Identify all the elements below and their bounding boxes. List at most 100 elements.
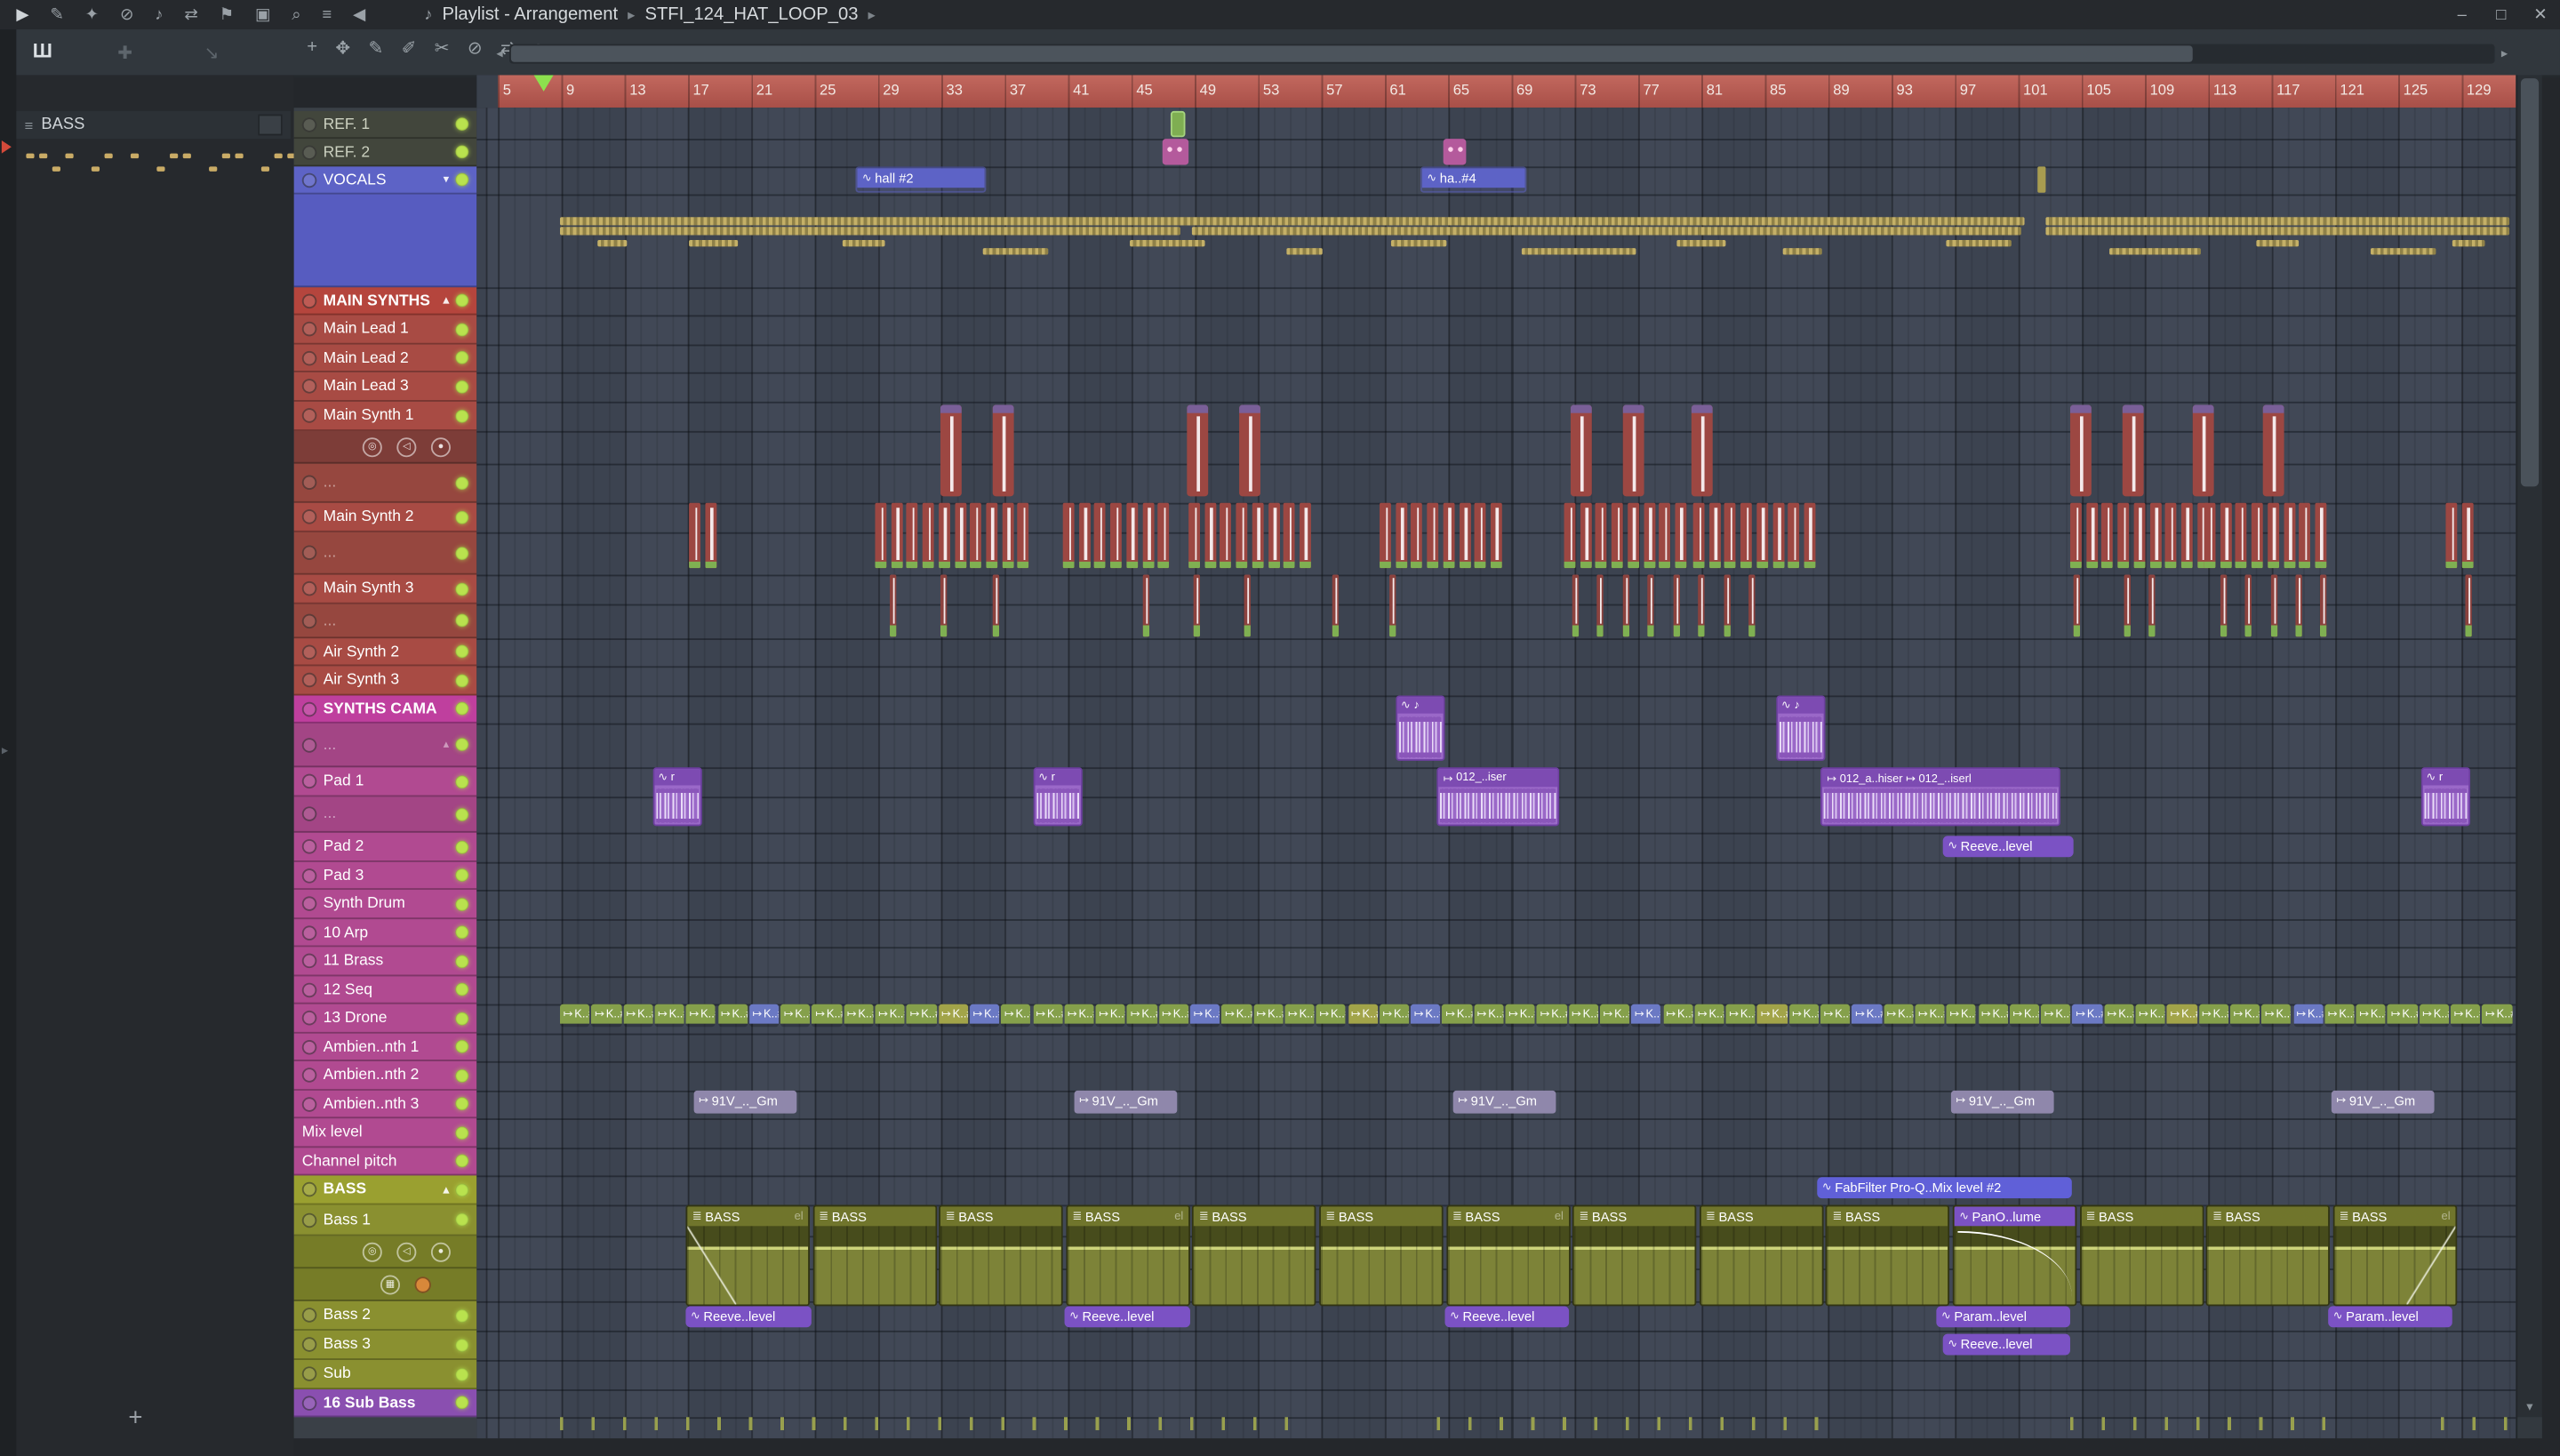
scroll-right-icon[interactable]: ▸ xyxy=(2495,45,2515,60)
ruler-tick[interactable]: 85 xyxy=(1765,82,1786,98)
pad-clip[interactable]: ∿ r xyxy=(1033,767,1083,827)
track-power-icon[interactable] xyxy=(301,1366,317,1381)
synth2-hit-clip[interactable] xyxy=(2069,502,2082,569)
bass-audio-clip[interactable]: ≣ BASS xyxy=(2079,1204,2204,1307)
hat-loop-clip[interactable]: ↦K..# xyxy=(1032,1004,1063,1028)
ruler-tick[interactable]: 121 xyxy=(2335,82,2364,98)
track-led[interactable] xyxy=(455,546,469,560)
track-power-icon[interactable] xyxy=(301,924,317,940)
synth2-hit-clip[interactable] xyxy=(1692,502,1705,569)
synth2-hit-clip[interactable] xyxy=(1220,502,1232,569)
scroll-down-icon[interactable]: ▾ xyxy=(2517,1396,2542,1417)
playlist-tool-icon[interactable]: ⊘ xyxy=(468,37,483,59)
synth1-hit-clip[interactable] xyxy=(2262,404,2284,497)
hat-loop-clip[interactable]: ↦K..# xyxy=(2388,1004,2418,1028)
synth2-hit-clip[interactable] xyxy=(1157,502,1170,569)
synth2-hit-clip[interactable] xyxy=(1062,502,1075,569)
synth2-hit-clip[interactable] xyxy=(704,502,716,569)
synth2-hit-clip[interactable] xyxy=(1772,502,1784,569)
hat-loop-clip[interactable]: ↦K..# xyxy=(2198,1004,2228,1028)
synth2-hit-clip[interactable] xyxy=(1459,502,1470,569)
hat-loop-clip[interactable]: ↦K..# xyxy=(1158,1004,1189,1028)
synth2-hit-clip[interactable] xyxy=(2461,502,2474,569)
track-ambien-nth-2[interactable]: Ambien..nth 2 xyxy=(293,1060,477,1091)
ruler-tick[interactable]: 113 xyxy=(2208,82,2236,98)
pad-clip[interactable]: ∿ r xyxy=(652,767,702,827)
track-pad-3[interactable]: Pad 3 xyxy=(293,861,477,891)
track-main-synth-2[interactable]: Main Synth 2 xyxy=(293,502,477,532)
track-power-icon[interactable] xyxy=(301,116,317,132)
toolbar-icon[interactable]: ⚑ xyxy=(220,5,234,23)
bass-audio-clip[interactable]: ≣ BASS xyxy=(1699,1204,1824,1307)
synth3-hit-clip[interactable] xyxy=(2220,574,2228,637)
track-led[interactable] xyxy=(455,1097,469,1110)
synth2-hit-clip[interactable] xyxy=(1284,502,1295,569)
reverb-level-automation-clip[interactable]: ∿ Reeve..level xyxy=(685,1306,812,1328)
ambient-audio-clip[interactable]: ↦ 91V_.._Gm xyxy=(1452,1090,1556,1114)
track-power-icon[interactable] xyxy=(301,545,317,560)
toolbar-icon[interactable]: ≡ xyxy=(322,5,332,23)
hat-loop-clip[interactable]: ↦K..# xyxy=(2041,1004,2071,1028)
track-ambien-nth-1[interactable]: Ambien..nth 1 xyxy=(293,1033,477,1061)
ambient-audio-clip[interactable]: ↦ 91V_.._Gm xyxy=(693,1090,797,1114)
scroll-left-icon[interactable]: ◂ xyxy=(490,45,509,60)
vocal-audio-strip[interactable] xyxy=(1521,248,1636,255)
track-pad-2[interactable]: Pad 2 xyxy=(293,832,477,862)
track-led[interactable] xyxy=(455,409,469,422)
track-bass-2[interactable]: Bass 2 xyxy=(293,1300,477,1331)
bass-audio-clip[interactable]: ≣ BASS el xyxy=(1066,1204,1190,1307)
synth2-hit-clip[interactable] xyxy=(2149,502,2161,569)
track-16-sub-bass[interactable]: 16 Sub Bass xyxy=(293,1389,477,1418)
synth2-hit-clip[interactable] xyxy=(2164,502,2177,569)
ruler-tick[interactable]: 21 xyxy=(751,82,772,98)
vocal-audio-strip[interactable] xyxy=(2045,217,2510,226)
synth2-hit-clip[interactable] xyxy=(1236,502,1248,569)
bass-audio-clip[interactable]: ≣ BASS el xyxy=(2332,1204,2457,1307)
track-led[interactable] xyxy=(455,1068,469,1082)
hat-loop-clip[interactable]: ↦K..# xyxy=(591,1004,622,1028)
track-led[interactable] xyxy=(455,380,469,393)
track-led[interactable] xyxy=(455,117,469,131)
track-power-icon[interactable] xyxy=(301,839,317,854)
track-power-icon[interactable] xyxy=(301,1010,317,1026)
synth2-hit-clip[interactable] xyxy=(1659,502,1671,569)
air-riser-clip[interactable]: ↦ 012_..iser xyxy=(1436,767,1560,827)
ruler-tick[interactable]: 117 xyxy=(2272,82,2300,98)
bass-audio-clip[interactable]: ≣ BASS el xyxy=(685,1204,811,1307)
synth2-hit-clip[interactable] xyxy=(2220,502,2232,569)
hat-loop-clip[interactable]: ↦K..# xyxy=(1001,1004,1031,1028)
reverb-level-automation-clip[interactable]: ∿ Reeve..level xyxy=(1942,1333,2070,1356)
track-power-icon[interactable] xyxy=(301,896,317,911)
synth3-hit-clip[interactable] xyxy=(1193,574,1200,637)
track-main-lead-3[interactable]: Main Lead 3 xyxy=(293,372,477,402)
vocal-audio-strip[interactable] xyxy=(2452,239,2485,247)
synth2-hit-clip[interactable] xyxy=(922,502,934,569)
track-power-icon[interactable] xyxy=(301,1096,317,1111)
pan-volume-automation-clip[interactable]: ∿ PanO..lume xyxy=(1952,1204,2077,1307)
hat-loop-clip[interactable]: ↦K..# xyxy=(2229,1004,2260,1028)
vocal-audio-strip[interactable] xyxy=(559,217,2025,226)
track-control-icon[interactable]: ● xyxy=(430,1241,451,1261)
ambient-audio-clip[interactable]: ↦ 91V_.._Gm xyxy=(2331,1090,2435,1114)
track-controls[interactable]: ◎ ◁ ● xyxy=(293,430,477,464)
playhead-marker[interactable] xyxy=(533,75,554,92)
synth2-hit-clip[interactable] xyxy=(1740,502,1752,569)
track-controls[interactable]: ▦ xyxy=(293,1268,477,1301)
hall-audio-clip[interactable]: ∿ hall #2 xyxy=(855,166,987,193)
ruler-tick[interactable]: 45 xyxy=(1132,82,1152,98)
track-led[interactable] xyxy=(455,293,469,308)
track-power-icon[interactable] xyxy=(301,672,317,688)
synth2-hit-clip[interactable] xyxy=(2085,502,2098,569)
ruler-tick[interactable]: 53 xyxy=(1258,82,1279,98)
hat-loop-clip[interactable]: ↦K..# xyxy=(1568,1004,1598,1028)
hat-loop-clip[interactable]: ↦K..# xyxy=(2292,1004,2324,1028)
track-led[interactable] xyxy=(455,1011,469,1025)
synth2-hit-clip[interactable] xyxy=(907,502,918,569)
hat-loop-clip[interactable]: ↦K..# xyxy=(2166,1004,2197,1028)
hat-loop-clip[interactable]: ↦K..# xyxy=(2450,1004,2481,1028)
synth1-hit-clip[interactable] xyxy=(2192,404,2214,497)
hat-loop-clip[interactable]: ↦K..# xyxy=(1946,1004,1977,1028)
synth3-hit-clip[interactable] xyxy=(1647,574,1654,637)
hat-loop-clip[interactable]: ↦K..# xyxy=(1284,1004,1315,1028)
pattern-selector-box[interactable] xyxy=(258,114,283,136)
